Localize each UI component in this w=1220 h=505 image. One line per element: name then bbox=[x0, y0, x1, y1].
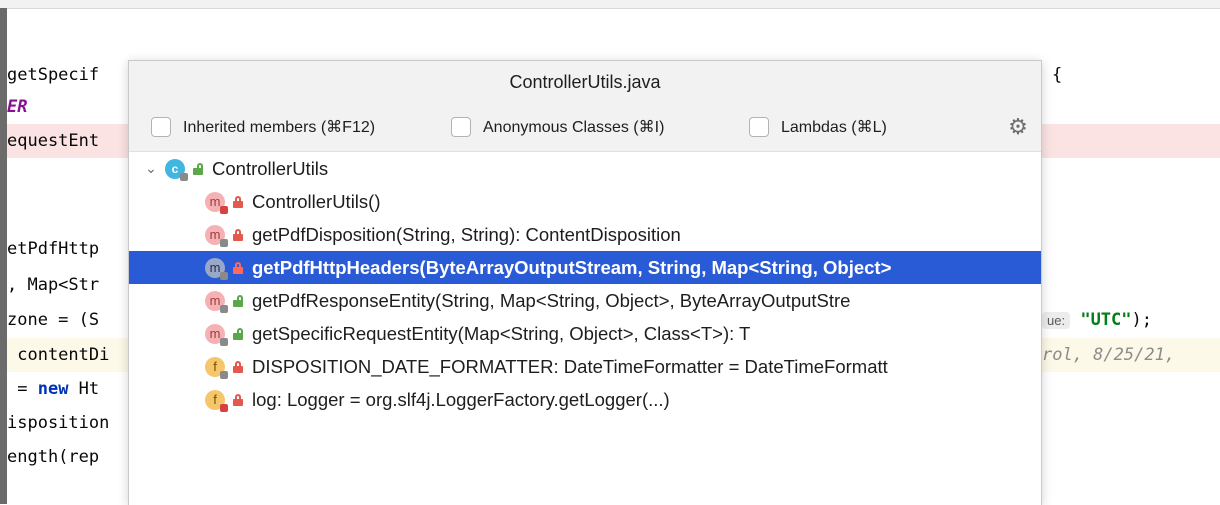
public-lock-icon bbox=[233, 327, 243, 340]
tree-item[interactable]: m ControllerUtils() bbox=[129, 185, 1041, 218]
code-line-3: equestEnt bbox=[7, 131, 100, 151]
tree-item-label: log: Logger = org.slf4j.LoggerFactory.ge… bbox=[252, 388, 670, 410]
private-lock-icon bbox=[233, 261, 243, 274]
code-line-5: etPdfHttp bbox=[7, 239, 100, 259]
lambdas-checkbox[interactable] bbox=[749, 117, 769, 137]
filter-anonymous-classes[interactable]: Anonymous Classes (⌘I) bbox=[451, 115, 664, 139]
tree-item[interactable]: f log: Logger = org.slf4j.LoggerFactory.… bbox=[129, 383, 1041, 416]
filter-label: Inherited members (⌘F12) bbox=[183, 119, 376, 136]
method-icon: m bbox=[205, 323, 228, 346]
code-line-1-brace: { bbox=[1052, 65, 1063, 85]
filter-bar: Inherited members (⌘F12) Anonymous Class… bbox=[129, 103, 1041, 152]
public-lock-icon bbox=[193, 162, 203, 175]
private-lock-icon bbox=[233, 195, 243, 208]
method-icon: m bbox=[205, 290, 228, 313]
private-lock-icon bbox=[233, 360, 243, 373]
method-icon: m bbox=[205, 257, 228, 280]
field-icon: f bbox=[205, 389, 228, 412]
tree-item-label: getPdfHttpHeaders(ByteArrayOutputStream,… bbox=[252, 256, 892, 278]
public-lock-icon bbox=[233, 294, 243, 307]
code-line-2: ER bbox=[7, 97, 28, 117]
editor-top-border bbox=[0, 0, 1220, 9]
private-lock-icon bbox=[233, 393, 243, 406]
gear-icon[interactable]: ⚙ bbox=[1006, 115, 1030, 139]
parameter-hint: ue: bbox=[1042, 312, 1071, 329]
tree-item-label: ControllerUtils() bbox=[252, 190, 381, 212]
field-icon: f bbox=[205, 356, 228, 379]
tree-item-label: getPdfDisposition(String, String): Conte… bbox=[252, 223, 681, 245]
popup-title: ControllerUtils.java bbox=[129, 61, 1041, 103]
method-icon: m bbox=[205, 224, 228, 247]
filter-lambdas[interactable]: Lambdas (⌘L) bbox=[749, 115, 887, 139]
code-line-8-annotation: rol, 8/25/21, bbox=[1042, 345, 1176, 365]
tree-item[interactable]: m getPdfDisposition(String, String): Con… bbox=[129, 218, 1041, 251]
tree-item-label: ControllerUtils bbox=[212, 157, 329, 179]
filter-inherited-members[interactable]: Inherited members (⌘F12) bbox=[151, 115, 375, 139]
filter-label: Anonymous Classes (⌘I) bbox=[483, 119, 665, 136]
tree-item-selected[interactable]: m getPdfHttpHeaders(ByteArrayOutputStrea… bbox=[129, 251, 1041, 284]
code-line-1: getSpecif bbox=[7, 65, 100, 85]
tree-root-controllerutils[interactable]: ⌄ c ControllerUtils bbox=[129, 152, 1041, 185]
inherited-members-checkbox[interactable] bbox=[151, 117, 171, 137]
anonymous-classes-checkbox[interactable] bbox=[451, 117, 471, 137]
method-icon: m bbox=[205, 191, 228, 214]
chevron-down-icon[interactable]: ⌄ bbox=[143, 160, 159, 177]
code-line-7-tail: ue: "UTC"); bbox=[1042, 303, 1152, 337]
class-icon: c bbox=[165, 158, 188, 181]
code-line-8: contentDi bbox=[7, 345, 110, 365]
tree-item[interactable]: m getSpecificRequestEntity(Map<String, O… bbox=[129, 317, 1041, 350]
tree-item-label: getPdfResponseEntity(String, Map<String,… bbox=[252, 289, 851, 311]
tree-item[interactable]: m getPdfResponseEntity(String, Map<Strin… bbox=[129, 284, 1041, 317]
code-line-11: ength(rep bbox=[7, 447, 100, 467]
file-structure-popup[interactable]: ControllerUtils.java Inherited members (… bbox=[128, 60, 1042, 505]
private-lock-icon bbox=[233, 228, 243, 241]
tree-item-label: getSpecificRequestEntity(Map<String, Obj… bbox=[252, 322, 751, 344]
code-line-7: zone = (S bbox=[7, 310, 100, 330]
tree-item[interactable]: f DISPOSITION_DATE_FORMATTER: DateTimeFo… bbox=[129, 350, 1041, 383]
editor-gutter bbox=[0, 8, 7, 504]
tree-item-label: DISPOSITION_DATE_FORMATTER: DateTimeForm… bbox=[252, 355, 888, 377]
filter-label: Lambdas (⌘L) bbox=[781, 119, 887, 136]
code-line-10: isposition bbox=[7, 413, 110, 433]
code-line-6: , Map<Str bbox=[7, 275, 100, 295]
code-line-9: = new Ht bbox=[7, 379, 100, 399]
